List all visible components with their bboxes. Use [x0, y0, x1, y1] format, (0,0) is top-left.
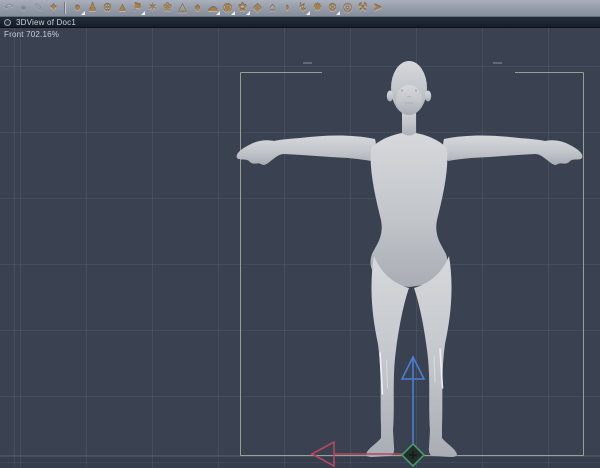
app-window: ↶ ● ✎ ✦ ● ♟ ⊕ ▲ ⚑ ✶ ❀ △ ♠ ☁ ◉ ✿ ◈ ⌂ ◗ ↯ ✸ ⊗ ◎ ⚒ ➤ 3DView of Doc1 — [0, 0, 600, 468]
scene-canvas — [0, 61, 600, 468]
figure-tool-icon[interactable]: ♟ — [85, 0, 100, 16]
viewport-view-label: Front 702.16% — [4, 30, 59, 39]
history-icon: ● — [20, 1, 27, 14]
gem-tool-icon[interactable]: ◈ — [250, 0, 265, 16]
panel-title: 3DView of Doc1 — [16, 17, 77, 27]
figure-right-ear — [424, 90, 432, 102]
house-tool-icon[interactable]: ⌂ — [265, 0, 280, 16]
bowl-tool-icon[interactable]: ◗ — [280, 0, 295, 16]
figure-jaw[interactable] — [396, 85, 422, 115]
globe-tool-icon[interactable]: ⊕ — [100, 0, 115, 16]
pen-icon: ✎ — [33, 1, 44, 14]
lightning-tool-icon[interactable]: ↯ — [295, 0, 310, 16]
human-figure[interactable] — [236, 61, 583, 457]
flower-tool-icon[interactable]: ❀ — [160, 0, 175, 16]
hammer-tool-icon[interactable]: ⚒ — [355, 0, 370, 16]
cone-tool-icon[interactable]: ▲ — [115, 0, 130, 16]
tree-tool-icon[interactable]: ♠ — [190, 0, 205, 16]
view-panel-header[interactable]: 3DView of Doc1 — [0, 17, 600, 28]
figure-torso[interactable] — [370, 133, 448, 287]
undo-icon: ↶ — [3, 1, 14, 14]
deformer-tool-icon[interactable]: ✶ — [145, 0, 160, 16]
figure-left-arm[interactable] — [236, 135, 376, 165]
gizmo-center-handle[interactable] — [400, 442, 426, 468]
camera-tool-icon[interactable]: ⚑ — [130, 0, 145, 16]
rock-tool-icon[interactable]: ◉ — [220, 0, 235, 16]
viewport-3d[interactable]: Front 702.16% — [0, 28, 600, 468]
zoom-level: 702.16% — [26, 30, 60, 39]
cloud-tool-icon[interactable]: ☁ — [205, 0, 220, 16]
main-toolbar: ↶ ● ✎ ✦ ● ♟ ⊕ ▲ ⚑ ✶ ❀ △ ♠ ☁ ◉ ✿ ◈ ⌂ ◗ ↯ ✸ ⊗ ◎ ⚒ ➤ — [0, 0, 600, 17]
translate-gizmo — [310, 355, 426, 468]
figure-left-ear — [386, 90, 394, 102]
render-icon[interactable]: ✦ — [46, 0, 61, 16]
sphere-tool-icon[interactable]: ● — [70, 0, 85, 16]
figure-left-leg[interactable] — [366, 256, 409, 457]
blossom-tool-icon[interactable]: ✿ — [235, 0, 250, 16]
burst-tool-icon[interactable]: ✸ — [310, 0, 325, 16]
camera-name: Front — [4, 30, 24, 39]
figure-right-leg[interactable] — [414, 256, 457, 457]
molecule-tool-icon[interactable]: ⊗ — [325, 0, 340, 16]
pipe-tool-icon[interactable]: ➤ — [370, 0, 385, 16]
toolbar-separator — [62, 2, 69, 14]
target-tool-icon[interactable]: ◎ — [340, 0, 355, 16]
pyramid-tool-icon[interactable]: △ — [175, 0, 190, 16]
gizmo-y-axis-arrow[interactable] — [400, 355, 426, 455]
panel-collapse-icon[interactable] — [4, 18, 11, 26]
figure-right-arm[interactable] — [443, 135, 583, 165]
